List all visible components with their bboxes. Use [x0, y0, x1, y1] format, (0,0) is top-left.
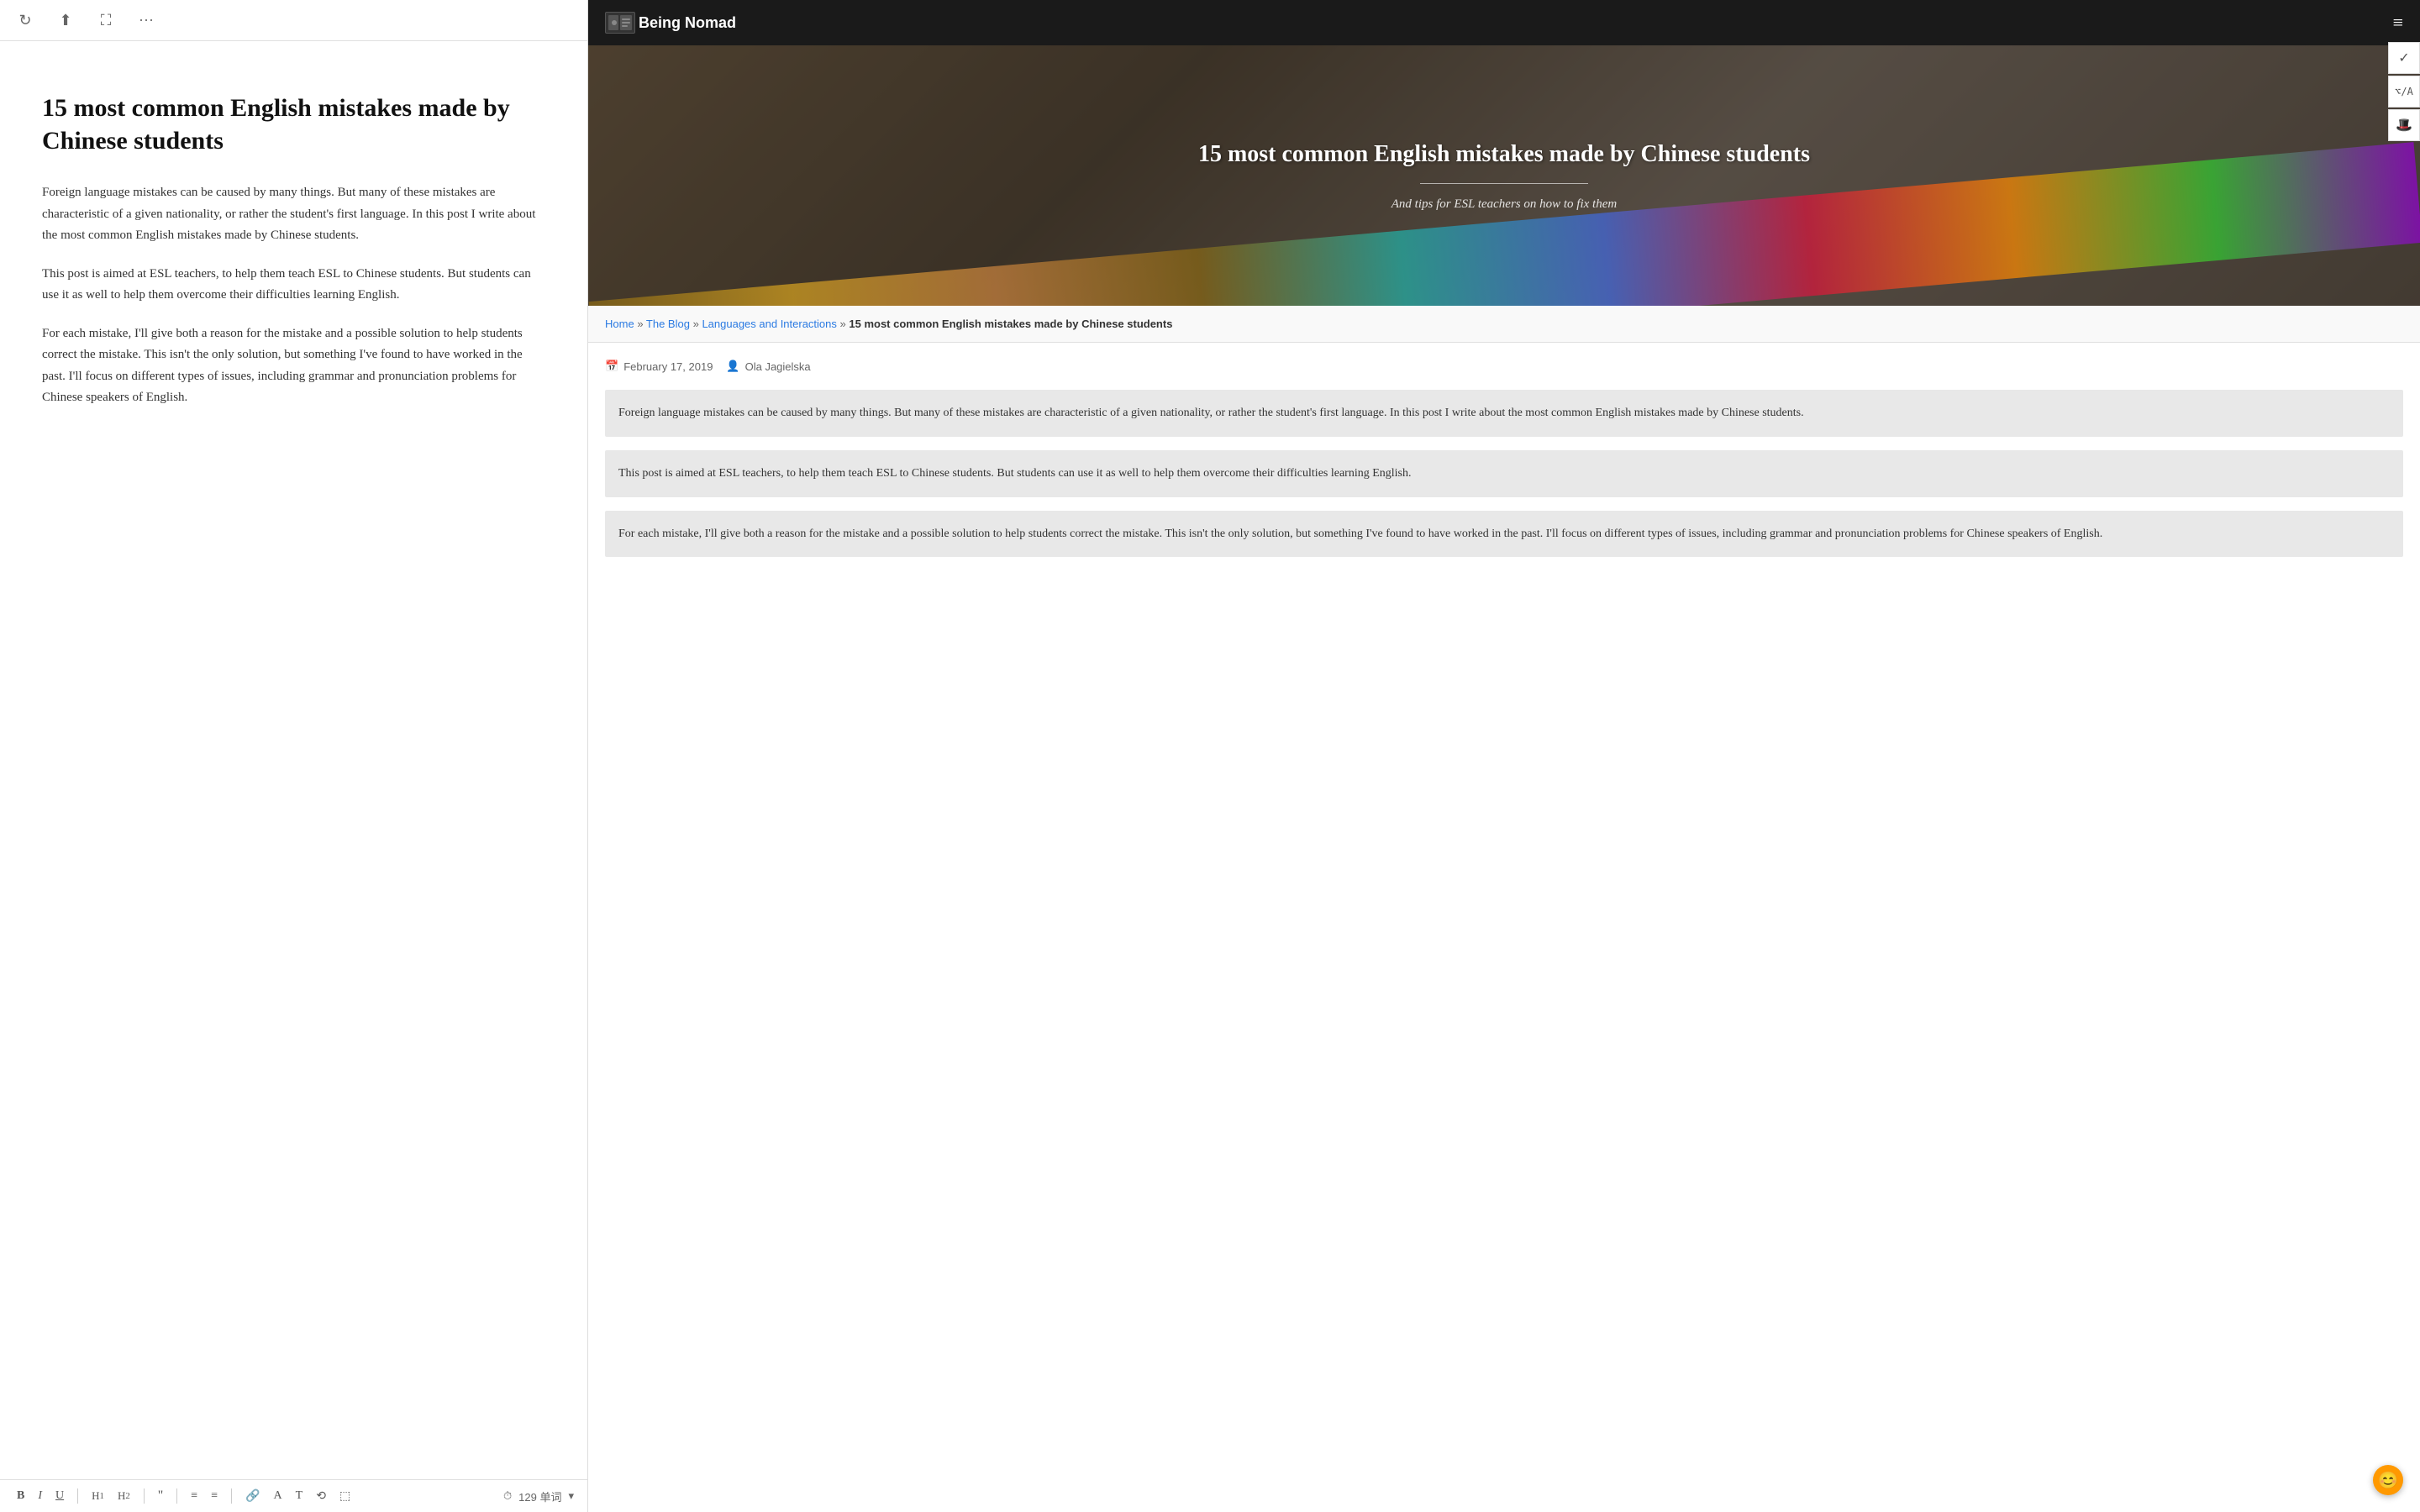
breadcrumb-sep-2: » [693, 318, 702, 330]
code-icon-btn[interactable]: ⌥/A [2388, 76, 2420, 108]
article-date: February 17, 2019 [623, 360, 713, 373]
site-navbar: Being Nomad ≡ [588, 0, 2420, 45]
article-author-meta: 👤 Ola Jagielska [726, 360, 810, 373]
divider-4 [231, 1488, 232, 1504]
breadcrumb-sep-1: » [637, 318, 646, 330]
divider-1 [77, 1488, 78, 1504]
word-count-area: ⏱ 129 单词 ▾ [503, 1488, 574, 1504]
hat-icon: 🎩 [2396, 117, 2412, 134]
editor-top-toolbar: ↻ ⬆ ⛶ ··· [0, 0, 587, 41]
article-paragraph-2: This post is aimed at ESL teachers, to h… [605, 450, 2403, 497]
hat-icon-btn[interactable]: 🎩 [2388, 109, 2420, 141]
article-paragraph-3: For each mistake, I'll give both a reaso… [605, 511, 2403, 558]
divider-2 [144, 1488, 145, 1504]
editor-title: 15 most common English mistakes made by … [42, 92, 545, 157]
breadcrumb-sep-3: » [840, 318, 850, 330]
article-date-meta: 📅 February 17, 2019 [605, 360, 713, 373]
website-content: Being Nomad ≡ 15 most common English mis… [588, 0, 2420, 1512]
browser-panel: Being Nomad ≡ 15 most common English mis… [588, 0, 2420, 1512]
word-count-text: 129 单词 [518, 1488, 561, 1504]
editor-format-bar: B I U H1 H2 " ≡ ≡ 🔗 A T ⟲ ⬚ ⏱ 129 单词 ▾ [0, 1479, 587, 1512]
floating-emoji-button[interactable]: 😊 [2373, 1465, 2403, 1495]
hero-content: 15 most common English mistakes made by … [1198, 139, 1810, 212]
logo-text: Being Nomad [639, 14, 736, 32]
share-icon[interactable]: ⬆ [54, 8, 77, 32]
editor-paragraph-3: For each mistake, I'll give both a reaso… [42, 323, 545, 409]
divider-3 [176, 1488, 177, 1504]
fullscreen-icon[interactable]: ⛶ [94, 8, 118, 32]
date-icon: 📅 [605, 360, 618, 373]
text-button[interactable]: T [292, 1488, 307, 1504]
undo-button[interactable]: ⟲ [313, 1488, 329, 1505]
highlight-button[interactable]: A [271, 1488, 286, 1504]
underline-button[interactable]: U [52, 1488, 67, 1504]
h1-button[interactable]: H1 [88, 1488, 108, 1504]
editor-paragraph-1: Foreign language mistakes can be caused … [42, 182, 545, 247]
refresh-icon[interactable]: ↻ [13, 8, 37, 32]
breadcrumb-home[interactable]: Home [605, 318, 634, 330]
breadcrumb-current: 15 most common English mistakes made by … [849, 318, 1172, 330]
quote-button[interactable]: " [155, 1487, 167, 1505]
website-sidebar-icons: ✓ ⌥/A 🎩 [2388, 42, 2420, 141]
breadcrumb-blog[interactable]: The Blog [646, 318, 690, 330]
ordered-list-button[interactable]: ≡ [208, 1488, 221, 1504]
editor-panel: ↻ ⬆ ⛶ ··· 15 most common English mistake… [0, 0, 588, 1512]
word-count-icon: ⏱ [503, 1489, 512, 1503]
site-logo: Being Nomad [605, 12, 736, 34]
article-author: Ola Jagielska [745, 360, 811, 373]
hero-title: 15 most common English mistakes made by … [1198, 139, 1810, 170]
hamburger-menu-icon[interactable]: ≡ [2393, 12, 2403, 34]
bold-button[interactable]: B [13, 1488, 28, 1504]
code-icon: ⌥/A [2395, 86, 2413, 97]
article-paragraph-1: Foreign language mistakes can be caused … [605, 390, 2403, 437]
h2-button[interactable]: H2 [114, 1488, 134, 1504]
hero-subtitle: And tips for ESL teachers on how to fix … [1198, 197, 1810, 212]
article-content: 📅 February 17, 2019 👤 Ola Jagielska Fore… [588, 343, 2420, 587]
breadcrumb-category[interactable]: Languages and Interactions [702, 318, 836, 330]
check-icon-btn[interactable]: ✓ [2388, 42, 2420, 74]
editor-content-area[interactable]: 15 most common English mistakes made by … [0, 41, 587, 1479]
editor-paragraph-2: This post is aimed at ESL teachers, to h… [42, 264, 545, 307]
word-count-dropdown-icon[interactable]: ▾ [568, 1489, 574, 1503]
breadcrumb-bar: Home » The Blog » Languages and Interact… [588, 306, 2420, 343]
hero-section: 15 most common English mistakes made by … [588, 45, 2420, 306]
hero-divider [1420, 183, 1588, 184]
author-icon: 👤 [726, 360, 739, 373]
image-button[interactable]: ⬚ [336, 1488, 354, 1505]
more-icon[interactable]: ··· [134, 8, 158, 32]
logo-icon [605, 12, 635, 34]
check-icon: ✓ [2398, 50, 2409, 66]
article-meta: 📅 February 17, 2019 👤 Ola Jagielska [605, 360, 2403, 373]
list-button[interactable]: ≡ [187, 1488, 201, 1504]
link-button[interactable]: 🔗 [242, 1488, 263, 1505]
italic-button[interactable]: I [34, 1488, 45, 1504]
